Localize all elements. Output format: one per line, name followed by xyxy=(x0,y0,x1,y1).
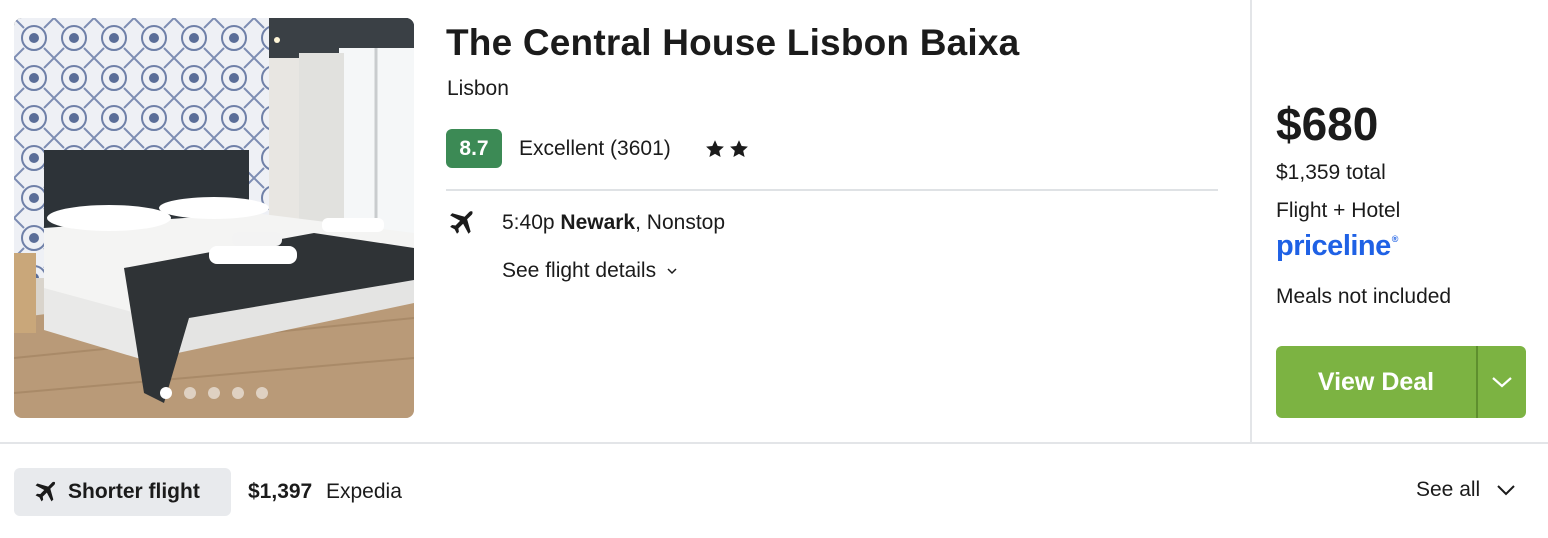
view-deal-dropdown[interactable] xyxy=(1478,346,1526,418)
hotel-room-photo xyxy=(14,18,414,418)
carousel-dot[interactable] xyxy=(208,387,220,399)
hotel-name[interactable]: The Central House Lisbon Baixa xyxy=(446,22,1019,64)
carousel-dot[interactable] xyxy=(256,387,268,399)
priceline-logo: priceline® xyxy=(1276,230,1398,262)
package-type: Flight + Hotel xyxy=(1276,199,1401,222)
meals-info: Meals not included xyxy=(1276,285,1452,308)
rating-row: 8.7 Excellent (3601) xyxy=(446,129,750,168)
carousel-dot[interactable] xyxy=(184,387,196,399)
chevron-down-icon xyxy=(667,268,677,275)
section-divider xyxy=(446,189,1218,191)
departure-time: 5:40p xyxy=(502,211,555,234)
view-deal-button-group: View Deal xyxy=(1276,346,1526,418)
see-all-button[interactable]: See all xyxy=(1416,478,1516,502)
hotel-city: Lisbon xyxy=(447,77,509,100)
alternative-price[interactable]: $1,397 xyxy=(248,480,312,504)
shorter-flight-tag[interactable]: Shorter flight xyxy=(14,468,231,516)
star-icon xyxy=(705,139,724,157)
see-all-label: See all xyxy=(1416,478,1481,501)
total-price: $1,359 total xyxy=(1276,161,1386,184)
flight-stops: , Nonstop xyxy=(635,211,726,234)
alternative-provider[interactable]: Expedia xyxy=(326,480,402,504)
see-flight-details-link[interactable]: See flight details xyxy=(502,259,678,283)
view-deal-button[interactable]: View Deal xyxy=(1276,346,1476,418)
hotel-photo-carousel[interactable] xyxy=(14,18,414,418)
plane-icon xyxy=(450,211,473,234)
nightly-price: $680 xyxy=(1276,98,1379,150)
chevron-down-icon xyxy=(1492,377,1512,388)
see-flight-details-label: See flight details xyxy=(502,259,657,282)
carousel-dot[interactable] xyxy=(232,387,244,399)
review-summary: Excellent (3601) xyxy=(519,136,671,160)
column-divider xyxy=(1250,0,1252,442)
star-rating xyxy=(704,138,750,160)
flight-summary: 5:40p Newark, Nonstop xyxy=(446,208,725,238)
carousel-dots[interactable] xyxy=(14,387,414,399)
card-bottom-divider xyxy=(0,442,1548,444)
shorter-flight-label: Shorter flight xyxy=(68,480,200,503)
chevron-down-icon xyxy=(1497,485,1515,496)
star-icon xyxy=(729,139,748,157)
review-score-badge: 8.7 xyxy=(446,129,502,168)
plane-icon xyxy=(35,481,56,502)
flight-info: 5:40p Newark, Nonstop xyxy=(502,211,725,235)
hotel-result-card: The Central House Lisbon Baixa Lisbon 8.… xyxy=(0,0,1548,538)
departure-airport: Newark xyxy=(560,211,636,234)
carousel-dot[interactable] xyxy=(160,387,172,399)
